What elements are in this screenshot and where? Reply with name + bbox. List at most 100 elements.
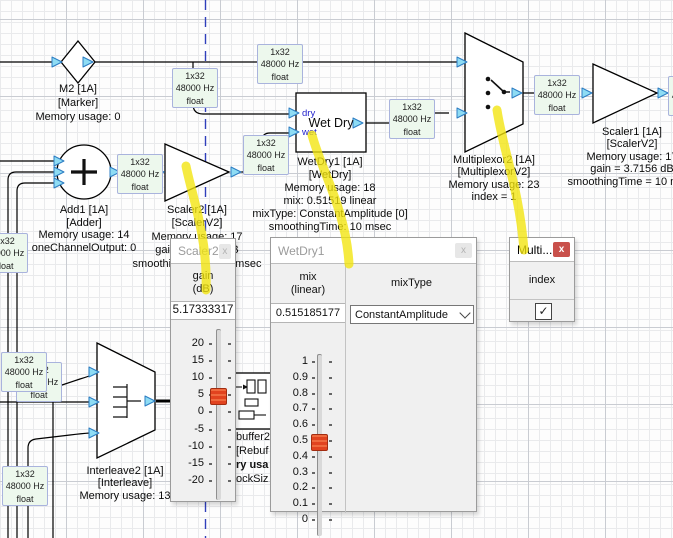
marker-in-arrow <box>52 57 62 67</box>
patch-canvas: 1x32 48000 Hz float1x32 48000 Hz float1x… <box>0 0 673 538</box>
scaler2-panel-close-icon[interactable]: x <box>219 244 231 259</box>
slider-tick-label: -20 <box>171 474 204 486</box>
scaler1-annotation: Scaler1 [1A] [ScalerV2] Memory usage: 17… <box>547 126 673 188</box>
slider-tick-mark <box>228 377 231 379</box>
wetdry1-panel-title: WetDry1 <box>278 244 455 258</box>
slider-tick-mark <box>312 424 315 426</box>
gain-header: gain(dB) <box>171 264 235 301</box>
scaler1-out-arrow <box>658 88 668 98</box>
wire-label: 1x32 48000 Hz float <box>389 99 435 139</box>
slider-tick-mark <box>329 487 332 489</box>
wire-label: 1x32 48000 Hz float <box>1 352 47 392</box>
wetdry1-panel-close-icon[interactable]: x <box>455 243 472 258</box>
slider-tick-mark <box>312 519 315 521</box>
slider-tick-mark <box>312 393 315 395</box>
slider-tick-mark <box>209 446 212 448</box>
scaler1-in-arrow <box>582 88 592 98</box>
wire-label: 1x32 48000 Hz float <box>117 154 163 194</box>
wire-label: 1x32 48000 Hz float <box>534 75 580 115</box>
slider-tick-mark <box>209 429 212 431</box>
slider-tick-mark <box>209 360 212 362</box>
wetdry1-panel[interactable]: WetDry1 x mix(linear) 0.515185177 1 0.9 0.… <box>270 237 477 512</box>
slider-tick-mark <box>329 377 332 379</box>
slider-tick-mark <box>329 408 332 410</box>
slider-tick-mark <box>329 361 332 363</box>
wetdry-wet-pin-label: wet <box>302 127 317 138</box>
slider-tick-label: 0.6 <box>271 418 308 430</box>
mix-header: mix(linear) <box>271 264 345 303</box>
rebuffer-annotation-fragment: ry usa <box>236 459 268 471</box>
mixtype-header: mixType <box>347 264 476 303</box>
slider-tick-label: 0.4 <box>271 450 308 462</box>
slider-tick-mark <box>228 446 231 448</box>
slider-handle[interactable] <box>311 434 328 451</box>
slider-tick-mark <box>228 463 231 465</box>
slider-tick-mark <box>329 519 332 521</box>
mixtype-dropdown[interactable]: ConstantAmplitude <box>350 305 474 324</box>
slider-tick-mark <box>329 456 332 458</box>
mix-value-field[interactable]: 0.515185177 <box>271 303 345 323</box>
rebuffer-annotation-fragment: buffer2 <box>236 431 270 443</box>
slider-tick-mark <box>228 411 231 413</box>
slider-tick-label: -10 <box>171 440 204 452</box>
wire-label: 1x32 48000 Hz float <box>243 135 289 175</box>
multiplexor-panel-title: Multi... <box>517 243 553 257</box>
scaler2-panel-titlebar[interactable]: Scaler2 x <box>171 239 235 264</box>
slider-tick-mark <box>209 377 212 379</box>
slider-tick-mark <box>312 377 315 379</box>
slider-tick-mark <box>209 463 212 465</box>
slider-tick-mark <box>312 487 315 489</box>
slider-handle[interactable] <box>210 388 227 405</box>
wire-label: 1x32 48000 Hz float <box>0 233 28 273</box>
slider-tick-mark <box>209 480 212 482</box>
scaler1-block[interactable] <box>593 64 657 123</box>
mixtype-column: mixType ConstantAmplitude <box>347 264 476 513</box>
slider-tick-mark <box>312 456 315 458</box>
multiplexor-panel-close-icon[interactable]: x <box>553 242 570 257</box>
slider-tick-mark <box>209 411 212 413</box>
scaler2-block[interactable] <box>165 144 229 201</box>
multiplexor-panel-titlebar[interactable]: Multi... x <box>510 238 574 262</box>
slider-tick-label: 0.9 <box>271 371 308 383</box>
wire-label: 1x32 48000 Hz float <box>668 76 673 116</box>
slider-tick-mark <box>228 394 231 396</box>
gain-slider[interactable]: 20151050-5-10-15-20 <box>171 320 237 503</box>
gain-value-field[interactable]: 5.17333317 <box>171 301 235 320</box>
wire-label: 1x32 48000 Hz float <box>172 68 218 108</box>
slider-tick-label: 0.1 <box>271 497 308 509</box>
index-checkbox[interactable]: ✓ <box>535 303 552 320</box>
scaler2-panel[interactable]: Scaler2 x gain(dB) 5.17333317 20151050-5… <box>170 238 236 502</box>
multiplexor-panel[interactable]: Multi... x index ✓ <box>509 237 575 322</box>
wire-label: 1x32 48000 Hz float <box>257 44 303 84</box>
marker-annotation: M2 [1A] [Marker] Memory usage: 0 <box>18 82 138 124</box>
slider-tick-mark <box>228 480 231 482</box>
slider-tick-label: 1 <box>271 355 308 367</box>
slider-tick-label: 0.7 <box>271 402 308 414</box>
slider-tick-mark <box>312 503 315 505</box>
slider-tick-label: -5 <box>171 423 204 435</box>
wetdry1-panel-titlebar[interactable]: WetDry1 x <box>271 238 476 264</box>
mix-slider[interactable]: 10.90.80.70.60.50.40.30.20.10 <box>271 349 346 538</box>
rebuffer-annotation-fragment: [Rebuf <box>236 445 268 457</box>
slider-tick-mark <box>312 408 315 410</box>
slider-tick-label: 0.8 <box>271 387 308 399</box>
mix-column: mix(linear) 0.515185177 1 0.9 0.8 0.7 0.6 0.5… <box>271 264 346 513</box>
slider-tick-label: 0.3 <box>271 466 308 478</box>
slider-tick-mark <box>329 393 332 395</box>
slider-track[interactable] <box>216 329 221 500</box>
slider-tick-mark <box>228 343 231 345</box>
wire-label: 1x32 48000 Hz float <box>2 466 48 506</box>
slider-tick-mark <box>329 424 332 426</box>
slider-tick-label: 0 <box>171 405 204 417</box>
rebuffer-annotation-fragment: ockSiz <box>236 473 268 485</box>
slider-tick-label: 0.2 <box>271 481 308 493</box>
chevron-down-icon <box>459 307 470 318</box>
slider-tick-label: 0.5 <box>271 434 308 446</box>
slider-tick-mark <box>312 472 315 474</box>
slider-tick-mark <box>329 440 332 442</box>
slider-tick-label: -15 <box>171 457 204 469</box>
scaler2-panel-title: Scaler2 <box>178 244 219 258</box>
slider-tick-mark <box>228 360 231 362</box>
slider-tick-mark <box>312 361 315 363</box>
slider-tick-mark <box>329 472 332 474</box>
